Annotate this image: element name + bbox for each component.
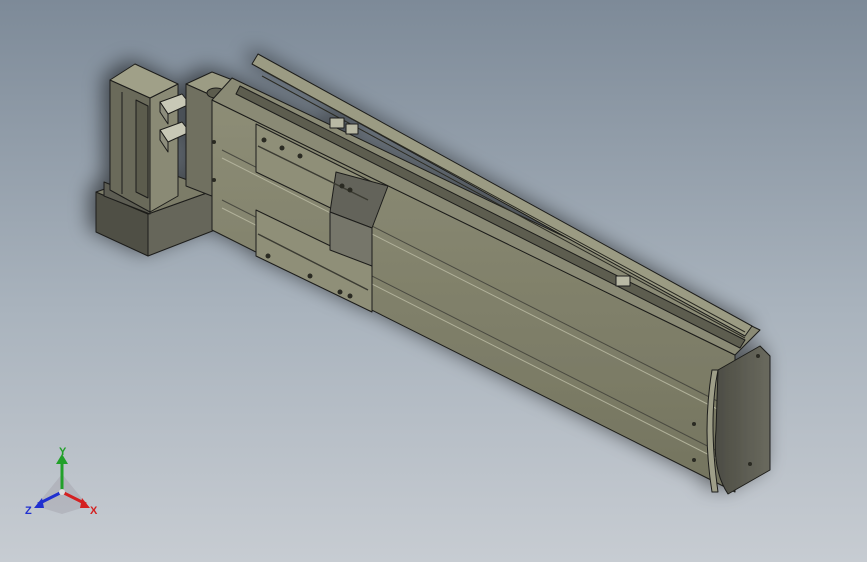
orientation-triad: Y X Z	[25, 446, 98, 517]
linear-actuator-model[interactable]	[0, 0, 867, 562]
motor-body	[109, 63, 191, 213]
x-axis-label: X	[90, 505, 98, 517]
z-axis-label: Z	[25, 505, 32, 517]
y-axis-label: Y	[59, 446, 67, 458]
cad-viewport[interactable]: Y X Z	[0, 0, 867, 562]
